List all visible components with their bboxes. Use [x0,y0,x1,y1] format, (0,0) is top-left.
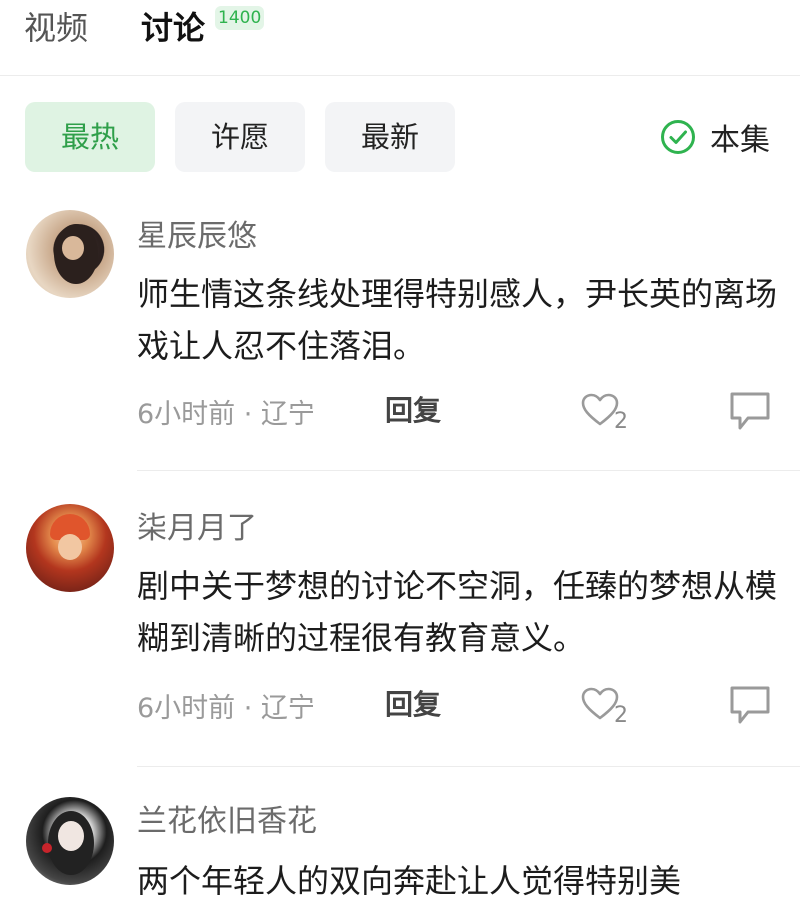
comment-meta: 6小时前 · 辽宁 [137,390,315,432]
filter-row: 最热 许愿 最新 本集 [0,100,800,174]
comment-item: 星辰辰悠 师生情这条线处理得特别感人，尹长英的离场戏让人忍不住落泪。 6小时前 … [0,210,800,471]
this-episode-toggle[interactable]: 本集 [660,114,770,160]
comment-text: 剧中关于梦想的讨论不空洞，任臻的梦想从模糊到清晰的过程很有教育意义。 [137,567,778,657]
reply-button[interactable]: 回复 [385,684,441,726]
this-episode-label: 本集 [710,123,770,158]
check-circle-icon [660,119,696,155]
divider [137,766,800,767]
top-tabs: 视频 讨论 1400 [0,0,800,76]
avatar[interactable] [26,210,114,298]
avatar[interactable] [26,504,114,592]
comment-icon[interactable] [726,390,774,432]
comment-item: 兰花依旧香花 两个年轻人的双向奔赴让人觉得特别美 [0,797,800,904]
like-button[interactable]: 2 [580,684,628,728]
comment-icon[interactable] [726,684,774,726]
tab-video[interactable]: 视频 [24,6,88,50]
reply-button[interactable]: 回复 [385,390,441,432]
divider [137,470,800,471]
comment-text: 两个年轻人的双向奔赴让人觉得特别美 [137,862,682,900]
filter-new-button[interactable]: 最新 [325,102,455,172]
comment-username[interactable]: 星辰辰悠 [137,216,257,258]
filter-hot-button[interactable]: 最热 [25,102,155,172]
comment-time-location: 6小时前 · 辽宁 [137,692,315,724]
like-button[interactable]: 2 [580,390,628,434]
comment-time-location: 6小时前 · 辽宁 [137,398,315,430]
comment-username[interactable]: 柒月月了 [137,508,257,550]
like-count: 2 [614,703,628,728]
comment-text: 师生情这条线处理得特别感人，尹长英的离场戏让人忍不住落泪。 [137,275,778,365]
avatar[interactable] [26,797,114,885]
filter-wish-button[interactable]: 许愿 [175,102,305,172]
discussion-page: 视频 讨论 1400 最热 许愿 最新 本集 星辰辰悠 师生情这条线处理得特别感… [0,0,800,904]
comment-item: 柒月月了 剧中关于梦想的讨论不空洞，任臻的梦想从模糊到清晰的过程很有教育意义。 … [0,504,800,767]
comment-username[interactable]: 兰花依旧香花 [137,801,317,843]
like-count: 2 [614,409,628,434]
tab-discussion[interactable]: 讨论 [141,6,205,50]
discussion-count-badge: 1400 [215,6,265,30]
comment-meta: 6小时前 · 辽宁 [137,684,315,726]
